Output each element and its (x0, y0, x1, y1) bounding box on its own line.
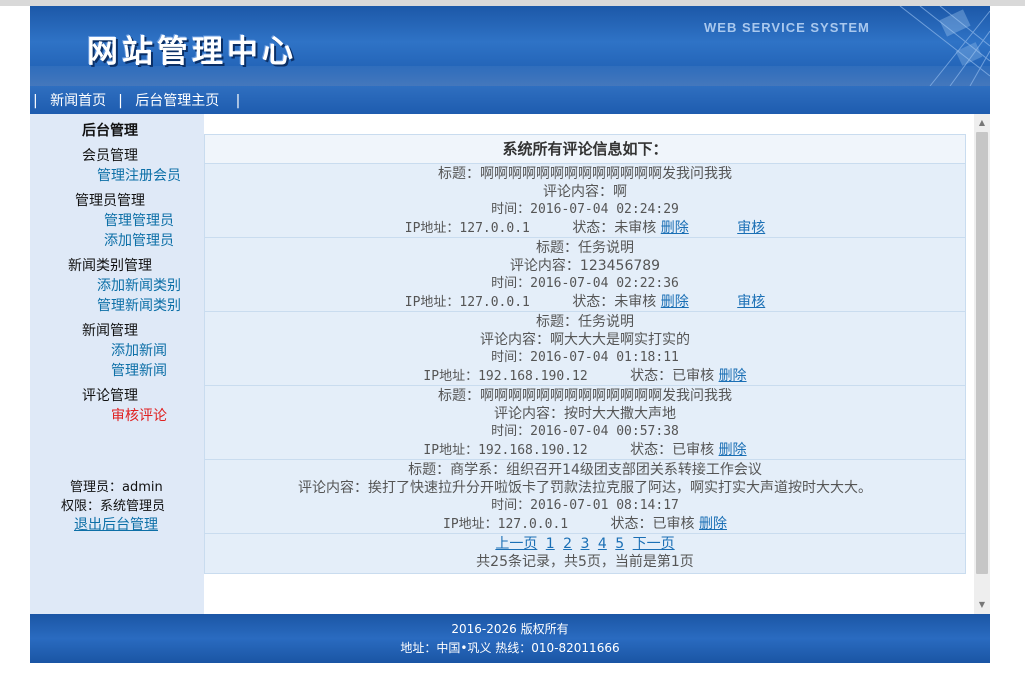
comment-time: 时间：2016-07-04 02:22:36 (491, 276, 679, 291)
next-page-link[interactable]: 下一页 (633, 536, 675, 552)
sidebar-link-add-category[interactable]: 添加新闻类别 (97, 275, 181, 295)
sidebar-group-admins: 管理员管理 (75, 193, 145, 209)
sidebar-link-add-admin[interactable]: 添加管理员 (104, 230, 174, 250)
nav-news-home[interactable]: 新闻首页 (50, 93, 106, 109)
page-link-1[interactable]: 1 (546, 536, 555, 552)
pager-summary: 共25条记录，共5页，当前是第1页 (476, 554, 694, 570)
scroll-down-icon[interactable]: ▼ (974, 598, 990, 612)
sidebar-link-manage-members[interactable]: 管理注册会员 (97, 165, 181, 185)
comment-ip: IP地址：192.168.190.12 (423, 369, 588, 384)
comment-status: 状态：未审核 (572, 294, 657, 310)
footer-address: 地址：中国•巩义 热线：010-82011666 (400, 641, 620, 655)
comment-entry: 标题：啊啊啊啊啊啊啊啊啊啊啊啊啊发我问我我 评论内容：啊 时间：2016-07-… (205, 164, 965, 238)
comment-status: 状态：已审核 (630, 442, 715, 458)
site-subtitle: WEB SERVICE SYSTEM (704, 20, 870, 35)
prev-page-link[interactable]: 上一页 (495, 536, 537, 552)
delete-link[interactable]: 删除 (699, 516, 727, 532)
comment-content: 评论内容：123456789 (509, 258, 661, 274)
comment-time: 时间：2016-07-04 01:18:11 (491, 350, 679, 365)
sidebar-link-review-comments[interactable]: 审核评论 (111, 405, 167, 425)
nav-separator: | (33, 93, 38, 109)
comment-status: 状态：已审核 (630, 368, 715, 384)
admin-role: 权限：系统管理员 (61, 499, 166, 514)
sidebar-group-comments: 评论管理 (82, 388, 138, 404)
pagination: 上一页 1 2 3 4 5 下一页 共25条记录，共5页，当前是第1页 (205, 534, 965, 573)
comment-title: 标题：啊啊啊啊啊啊啊啊啊啊啊啊啊发我问我我 (438, 166, 732, 182)
sidebar-group-news-categories: 新闻类别管理 (68, 258, 152, 274)
footer: 2016-2026 版权所有 地址：中国•巩义 热线：010-82011666 (30, 614, 990, 663)
scroll-up-icon[interactable]: ▲ (974, 116, 990, 130)
sidebar-heading: 后台管理 (82, 123, 138, 139)
delete-link[interactable]: 删除 (719, 368, 747, 384)
comments-panel: 系统所有评论信息如下： 标题：啊啊啊啊啊啊啊啊啊啊啊啊啊发我问我我 评论内容：啊… (204, 134, 966, 574)
admin-username: 管理员：admin (70, 480, 163, 495)
comment-status: 状态：未审核 (572, 220, 657, 236)
comment-content: 评论内容：啊大大大是啊实打实的 (480, 332, 690, 348)
comment-title: 标题：商学系：组织召开14级团支部团关系转接工作会议 (408, 462, 762, 478)
sidebar-link-manage-categories[interactable]: 管理新闻类别 (97, 295, 181, 315)
page-link-4[interactable]: 4 (598, 536, 607, 552)
comment-title: 标题：啊啊啊啊啊啊啊啊啊啊啊啊啊发我问我我 (438, 388, 732, 404)
comment-title: 标题：任务说明 (536, 240, 634, 256)
page-link-2[interactable]: 2 (563, 536, 572, 552)
nav-separator: | (113, 93, 123, 109)
sidebar-link-manage-news[interactable]: 管理新闻 (111, 360, 167, 380)
comment-content: 评论内容：按时大大撒大声地 (494, 406, 676, 422)
page-link-5[interactable]: 5 (615, 536, 624, 552)
main-content: 系统所有评论信息如下： 标题：啊啊啊啊啊啊啊啊啊啊啊啊啊发我问我我 评论内容：啊… (204, 114, 974, 614)
admin-page: 网站管理中心 WEB SERVICE SYSTEM | 新闻首页 | 后台管理主… (30, 6, 990, 663)
comment-content: 评论内容：挨打了快速拉升分开啦饭卡了罚款法拉克服了阿达，啊实打实大声道按时大大大… (298, 480, 872, 496)
delete-link[interactable]: 删除 (661, 220, 689, 236)
header-banner: 网站管理中心 WEB SERVICE SYSTEM (30, 6, 990, 86)
comment-entry: 标题：商学系：组织召开14级团支部团关系转接工作会议 评论内容：挨打了快速拉升分… (205, 460, 965, 534)
comment-entry: 标题：任务说明 评论内容：123456789 时间：2016-07-04 02:… (205, 238, 965, 312)
logout-link[interactable]: 退出后台管理 (74, 514, 158, 534)
footer-copyright: 2016-2026 版权所有 (451, 622, 569, 636)
comment-time: 时间：2016-07-04 02:24:29 (491, 202, 679, 217)
nav-admin-home[interactable]: 后台管理主页 (135, 93, 219, 109)
approve-link[interactable]: 审核 (737, 294, 765, 310)
sidebar-link-manage-admins[interactable]: 管理管理员 (104, 210, 174, 230)
comment-title: 标题：任务说明 (536, 314, 634, 330)
sidebar-link-add-news[interactable]: 添加新闻 (111, 340, 167, 360)
comment-ip: IP地址：127.0.0.1 (443, 517, 569, 532)
comment-content: 评论内容：啊 (543, 184, 627, 200)
site-title: 网站管理中心 (87, 34, 297, 70)
comment-status: 状态：已审核 (610, 516, 695, 532)
comment-entry: 标题：任务说明 评论内容：啊大大大是啊实打实的 时间：2016-07-04 01… (205, 312, 965, 386)
comment-time: 时间：2016-07-04 00:57:38 (491, 424, 679, 439)
comment-entry: 标题：啊啊啊啊啊啊啊啊啊啊啊啊啊发我问我我 评论内容：按时大大撒大声地 时间：2… (205, 386, 965, 460)
panel-caption: 系统所有评论信息如下： (205, 135, 965, 164)
delete-link[interactable]: 删除 (661, 294, 689, 310)
page-link-3[interactable]: 3 (581, 536, 590, 552)
scrollbar-thumb[interactable] (976, 132, 988, 574)
approve-link[interactable]: 审核 (737, 220, 765, 236)
sidebar-group-members: 会员管理 (82, 148, 138, 164)
sidebar-group-news: 新闻管理 (82, 323, 138, 339)
delete-link[interactable]: 删除 (719, 442, 747, 458)
sidebar: 后台管理 会员管理 管理注册会员 管理员管理 管理管理员 添加管理员 新闻类别管… (30, 114, 204, 614)
main-scrollbar[interactable]: ▲ ▼ (974, 114, 990, 614)
comment-ip: IP地址：127.0.0.1 (404, 221, 530, 236)
nav-separator: | (226, 93, 241, 109)
top-nav: | 新闻首页 | 后台管理主页 | (30, 86, 990, 114)
banner-decoration-icon (899, 6, 990, 86)
comment-ip: IP地址：127.0.0.1 (404, 295, 530, 310)
comment-ip: IP地址：192.168.190.12 (423, 443, 588, 458)
comment-time: 时间：2016-07-01 08:14:17 (491, 498, 679, 513)
